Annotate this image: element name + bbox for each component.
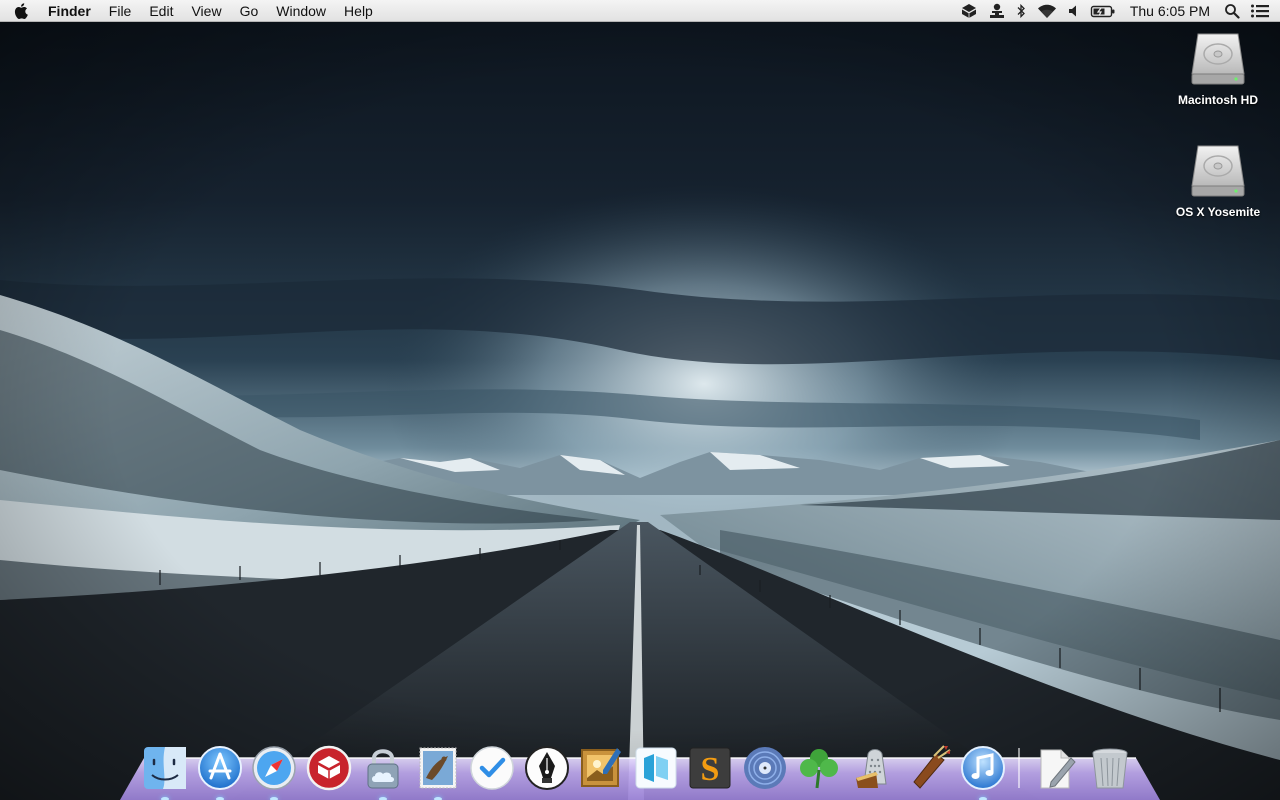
clover-leaf-icon <box>800 749 838 789</box>
quiver-icon <box>913 745 951 789</box>
dock-item-trash[interactable] <box>1085 740 1135 792</box>
dock-item-layers-app[interactable] <box>631 740 681 792</box>
dock-item-cheese-grater[interactable] <box>849 740 899 792</box>
cloud-lock-icon <box>367 749 399 789</box>
desktop[interactable]: Finder File Edit View Go Window Help Thu… <box>0 0 1280 800</box>
menu-bar-left: Finder File Edit View Go Window Help <box>0 0 382 22</box>
app-store-icon <box>197 746 242 790</box>
menu-go[interactable]: Go <box>231 0 268 22</box>
vinyl-disc-icon <box>743 747 786 789</box>
dock-item-quiver[interactable] <box>903 740 953 792</box>
menu-file[interactable]: File <box>100 0 141 22</box>
itunes-icon <box>960 746 1005 790</box>
drive-label: OS X Yosemite <box>1175 205 1261 219</box>
layers-app-icon <box>635 747 676 789</box>
hard-drive-icon <box>1191 33 1245 85</box>
dock-item-cube-app[interactable] <box>304 740 354 792</box>
svg-text:S: S <box>701 751 720 788</box>
desktop-icon-macintosh-hd[interactable]: Macintosh HD <box>1163 30 1273 107</box>
dock-item-app-store[interactable] <box>195 740 245 800</box>
sketch-s-icon: S <box>689 747 731 789</box>
dock-item-sketch[interactable]: S <box>685 740 735 792</box>
cube-app-icon <box>306 745 351 791</box>
menu-edit[interactable]: Edit <box>140 0 182 22</box>
document-pen-icon <box>1040 749 1076 789</box>
mail-stamp-icon <box>419 747 456 789</box>
dock-separator <box>1018 748 1020 788</box>
checkmark-icon <box>470 746 514 790</box>
user-icon[interactable] <box>988 0 1006 22</box>
bluetooth-icon[interactable] <box>1016 0 1026 22</box>
dock-item-clover[interactable] <box>794 740 844 792</box>
desktop-wallpaper <box>0 0 1280 800</box>
spotlight-search-icon[interactable] <box>1224 0 1240 22</box>
wifi-icon[interactable] <box>1036 0 1058 22</box>
menu-bar-status-area: Thu 6:05 PM <box>950 0 1280 22</box>
menu-bar: Finder File Edit View Go Window Help Thu… <box>0 0 1280 22</box>
dropbox-icon[interactable] <box>960 0 978 22</box>
menu-help[interactable]: Help <box>335 0 382 22</box>
trash-icon <box>1092 748 1127 789</box>
battery-icon[interactable] <box>1090 0 1116 22</box>
finder-icon <box>144 747 186 789</box>
dock-item-document[interactable] <box>1030 740 1080 792</box>
dock: S <box>140 734 1139 800</box>
safari-icon <box>252 746 296 790</box>
fountain-pen-icon <box>524 746 569 790</box>
cheese-grater-icon <box>855 749 887 788</box>
apple-menu-icon[interactable] <box>12 2 30 20</box>
notification-center-icon[interactable] <box>1250 0 1270 22</box>
dock-item-checkmark[interactable] <box>467 740 517 792</box>
dock-item-itunes[interactable] <box>958 740 1008 800</box>
app-menu-finder[interactable]: Finder <box>46 0 100 22</box>
dock-item-finder[interactable] <box>140 740 190 800</box>
menu-bar-clock[interactable]: Thu 6:05 PM <box>1130 0 1210 22</box>
volume-icon[interactable] <box>1068 0 1080 22</box>
preview-frame-icon <box>581 748 621 787</box>
hard-drive-icon <box>1191 145 1245 197</box>
desktop-icon-os-x-yosemite[interactable]: OS X Yosemite <box>1163 142 1273 219</box>
dock-item-vinyl-disc[interactable] <box>740 740 790 792</box>
menu-view[interactable]: View <box>182 0 230 22</box>
menu-window[interactable]: Window <box>267 0 335 22</box>
dock-item-preview[interactable] <box>576 740 626 792</box>
dock-item-fountain-pen[interactable] <box>522 740 572 792</box>
drive-label: Macintosh HD <box>1177 93 1258 107</box>
dock-item-cloud-lock[interactable] <box>358 740 408 800</box>
dock-item-safari[interactable] <box>249 740 299 800</box>
dock-item-mail[interactable] <box>413 740 463 800</box>
